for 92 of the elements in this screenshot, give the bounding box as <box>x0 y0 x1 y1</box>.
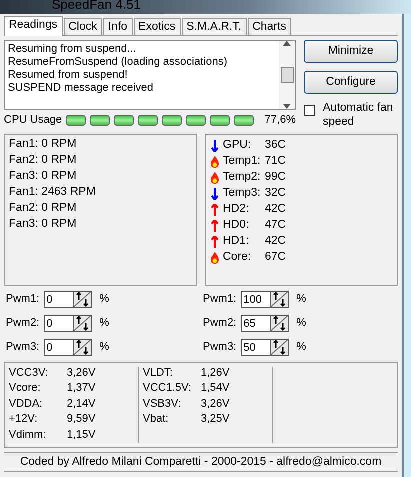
pwm-label: Pwm3: <box>203 341 237 354</box>
voltage-label: VLDT: <box>143 366 174 381</box>
tab[interactable]: Info <box>103 18 133 35</box>
voltage-value: 9,59V <box>67 413 96 428</box>
fan-reading: Fan1: 0 RPM <box>9 138 78 152</box>
unit-label: % <box>100 341 110 354</box>
spin-arrows-icon[interactable] <box>270 316 288 332</box>
fan-reading: Fan2: 0 RPM <box>9 154 78 168</box>
voltage-value: 1,54V <box>201 382 230 396</box>
button[interactable]: Configure <box>304 71 398 94</box>
temperature-value: 47C <box>265 218 286 232</box>
pwm-label: Pwm3: <box>6 341 40 354</box>
pwm-label: Pwm1: <box>203 293 237 306</box>
pwm-label: Pwm1: <box>6 293 40 306</box>
temperature-label: Core: <box>223 250 252 264</box>
cpu-usage-label: CPU Usage <box>4 114 62 128</box>
temperature-value: 99C <box>265 170 286 184</box>
temperature-label: Temp2: <box>223 170 262 184</box>
temperature-value: 36C <box>265 138 286 152</box>
number-field[interactable]: 0 <box>44 339 73 356</box>
number-field[interactable]: 0 <box>44 291 73 308</box>
voltage-value: 1,37V <box>67 382 96 396</box>
number-field[interactable]: 100 <box>240 291 270 308</box>
checkbox-label[interactable]: Automatic fan speed <box>323 102 403 130</box>
voltage-label: VCC3V: <box>9 366 50 381</box>
unit-label: % <box>100 317 110 330</box>
tab[interactable]: Exotics <box>134 18 181 35</box>
unit-label: % <box>296 317 306 330</box>
temperature-value: 32C <box>265 186 286 200</box>
temperature-value: 42C <box>265 234 286 248</box>
unit-label: % <box>100 293 110 306</box>
voltage-label: Vbat: <box>143 413 170 428</box>
voltage-value: 2,14V <box>67 398 96 412</box>
spin-arrows-icon[interactable] <box>74 316 91 332</box>
temperature-label: HD1: <box>223 234 250 248</box>
voltage-value: 3,26V <box>201 398 230 412</box>
voltage-value: 1,26V <box>201 366 230 381</box>
voltage-value: 3,25V <box>201 413 230 428</box>
flame-icon <box>211 156 219 168</box>
checkbox[interactable] <box>304 105 315 116</box>
up-arrow-icon <box>211 236 219 248</box>
scroll-down-icon[interactable] <box>283 104 291 109</box>
spin-arrows-icon[interactable] <box>270 340 288 356</box>
voltage-label: VDDA: <box>9 398 44 412</box>
voltage-label: Vdimm: <box>9 428 48 443</box>
number-field[interactable]: 65 <box>240 315 270 332</box>
up-arrow-icon <box>211 204 219 216</box>
temperature-value: 71C <box>265 154 286 168</box>
fan-reading: Fan3: 0 RPM <box>9 218 78 232</box>
temperature-value: 42C <box>265 202 286 216</box>
voltage-label: +12V: <box>9 413 39 428</box>
temperature-value: 67C <box>265 250 286 264</box>
voltage-label: Vcore: <box>9 382 42 396</box>
voltage-label: VCC1.5V: <box>143 382 193 396</box>
scroll-up-icon[interactable] <box>283 41 291 46</box>
scroll-thumb[interactable] <box>280 67 294 83</box>
temperature-label: HD0: <box>223 218 250 232</box>
flame-icon <box>211 252 219 264</box>
fan-reading: Fan3: 0 RPM <box>9 170 78 184</box>
tab[interactable]: Clock <box>64 18 102 35</box>
spin-arrows-icon[interactable] <box>270 292 288 308</box>
tab[interactable]: S.M.A.R.T. <box>182 18 247 35</box>
temperature-label: Temp3: <box>223 186 262 200</box>
temperature-label: Temp1: <box>223 154 262 168</box>
voltage-label: VSB3V: <box>143 398 182 412</box>
log-line: ResumeFromSuspend (loading associations) <box>8 56 228 69</box>
unit-label: % <box>296 293 306 306</box>
spin-arrows-icon[interactable] <box>74 340 91 356</box>
flame-icon <box>211 172 219 184</box>
spin-arrows-icon[interactable] <box>74 292 91 308</box>
fan-reading: Fan2: 0 RPM <box>9 202 78 216</box>
pwm-label: Pwm2: <box>6 317 40 330</box>
up-arrow-icon <box>211 220 219 232</box>
number-field[interactable]: 0 <box>44 315 73 332</box>
number-field[interactable]: 50 <box>240 339 270 356</box>
voltage-value: 1,15V <box>67 428 96 443</box>
tab[interactable]: Charts <box>248 18 292 35</box>
temperature-label: HD2: <box>223 202 250 216</box>
down-arrow-icon <box>211 188 219 200</box>
temperature-label: GPU: <box>223 138 252 152</box>
unit-label: % <box>296 341 306 354</box>
status-bar: Coded by Alfredo Milani Comparetti - 2000-2015 - alfredo@almico.com <box>4 452 398 472</box>
tab[interactable]: Readings <box>4 16 63 36</box>
button[interactable]: Minimize <box>304 40 398 63</box>
log-line: Resumed from suspend! <box>8 69 129 82</box>
log-line: SUSPEND message received <box>8 82 155 95</box>
pwm-label: Pwm2: <box>203 317 237 330</box>
cpu-usage-reading: 77,6% <box>264 114 296 128</box>
fan-reading: Fan1: 2463 RPM <box>9 186 97 200</box>
down-arrow-icon <box>211 140 219 152</box>
voltage-value: 3,26V <box>67 366 96 381</box>
log-line: Resuming from suspend... <box>8 43 138 56</box>
